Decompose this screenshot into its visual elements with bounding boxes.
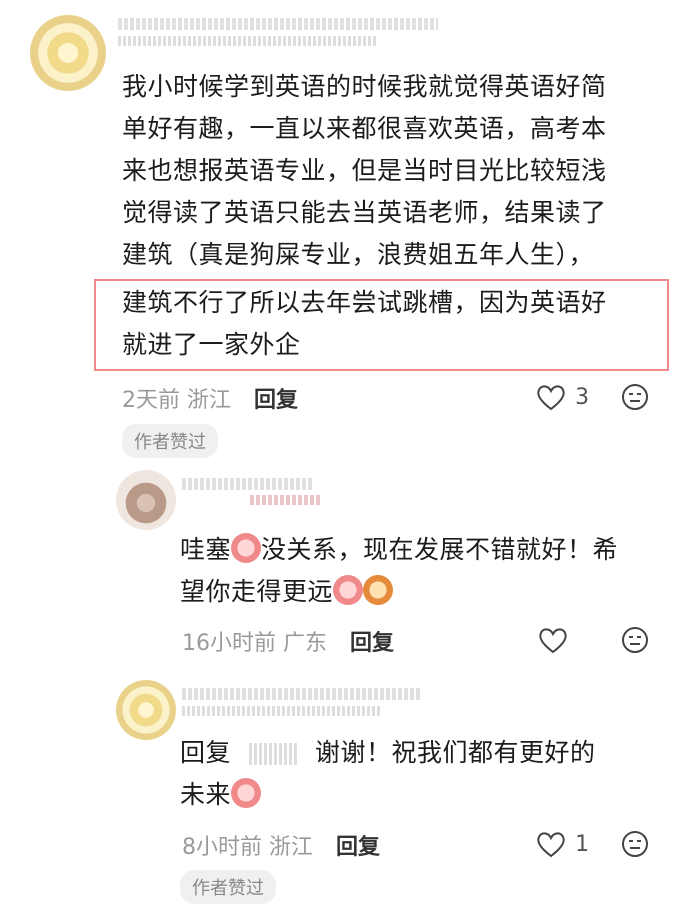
like-button[interactable]: 1 — [536, 830, 589, 864]
reply-button[interactable]: 回复 — [254, 388, 298, 413]
like-count: 1 — [575, 832, 590, 857]
comment-line: 建筑（真是狗屎专业，浪费姐五年人生）， — [122, 240, 595, 269]
emoji-face-icon[interactable] — [621, 830, 649, 858]
reply-meta: 8小时前 浙江 回复 — [182, 829, 380, 861]
author-liked-badge: 作者赞过 — [122, 424, 218, 458]
avatar[interactable] — [30, 15, 106, 91]
reply-text-part: 没关系，现在发展不错就好！希 — [261, 535, 619, 564]
fox-face-icon — [363, 575, 394, 605]
comment-line: 觉得读了英语只能去当英语老师，结果读了 — [122, 198, 607, 227]
pig-face-icon — [231, 778, 262, 808]
reply-line: 未来 — [180, 774, 660, 816]
timestamp: 8小时前 — [182, 835, 262, 860]
highlighted-text: 建筑不行了所以去年尝试跳槽，因为英语好 就进了一家外企 — [122, 282, 662, 366]
blush-face-icon — [231, 533, 262, 563]
heart-icon[interactable] — [538, 626, 568, 654]
username[interactable] — [118, 18, 438, 30]
pig-face-icon — [333, 575, 364, 605]
author-liked-badge: 作者赞过 — [180, 870, 276, 904]
avatar[interactable] — [116, 470, 176, 530]
mentioned-user[interactable] — [249, 743, 298, 765]
like-button[interactable]: 3 — [536, 383, 589, 417]
reply-line: 望你走得更远 — [180, 571, 660, 613]
location: 浙江 — [269, 835, 314, 860]
reply-text-part: 哇塞 — [180, 535, 232, 564]
reply-meta: 16小时前 广东 回复 — [182, 625, 394, 657]
reply-line: 回复 谢谢！祝我们都有更好的 — [180, 732, 660, 774]
username[interactable] — [182, 688, 422, 700]
heart-icon — [537, 385, 565, 411]
emoji-face-icon[interactable] — [621, 383, 649, 411]
reply-text-part: 未来 — [180, 780, 232, 809]
timestamp: 16小时前 — [182, 631, 276, 656]
username-subline — [118, 36, 378, 46]
comment-text: 我小时候学到英语的时候我就觉得英语好简 单好有趣，一直以来都很喜欢英语，高考本 … — [122, 66, 662, 276]
comment-line: 单好有趣，一直以来都很喜欢英语，高考本 — [122, 114, 607, 143]
location: 浙江 — [187, 388, 232, 413]
heart-icon — [537, 832, 565, 858]
username[interactable] — [182, 478, 312, 490]
username-subline — [250, 495, 320, 505]
comment-line: 来也想报英语专业，但是当时目光比较短浅 — [122, 156, 607, 185]
comment-line: 建筑不行了所以去年尝试跳槽，因为英语好 — [122, 288, 607, 317]
timestamp: 2天前 — [122, 388, 180, 413]
comment-line: 我小时候学到英语的时候我就觉得英语好简 — [122, 72, 607, 101]
username-subline — [182, 706, 382, 716]
comment-meta: 2天前 浙江 回复 — [122, 382, 298, 414]
reply-text-part: 回复 — [180, 738, 232, 767]
reply-text: 回复 谢谢！祝我们都有更好的 未来 — [180, 732, 660, 816]
reply-line: 哇塞 没关系，现在发展不错就好！希 — [180, 529, 660, 571]
like-count: 3 — [575, 385, 590, 410]
emoji-face-icon[interactable] — [621, 626, 649, 654]
reply-text-part: 谢谢！祝我们都有更好的 — [315, 738, 596, 767]
reply-button[interactable]: 回复 — [350, 631, 394, 656]
reply-text: 哇塞 没关系，现在发展不错就好！希 望你走得更远 — [180, 529, 660, 613]
location: 广东 — [283, 631, 328, 656]
comment-line: 就进了一家外企 — [122, 330, 301, 359]
reply-button[interactable]: 回复 — [336, 835, 380, 860]
reply-text-part: 望你走得更远 — [180, 577, 334, 606]
avatar[interactable] — [116, 680, 176, 740]
